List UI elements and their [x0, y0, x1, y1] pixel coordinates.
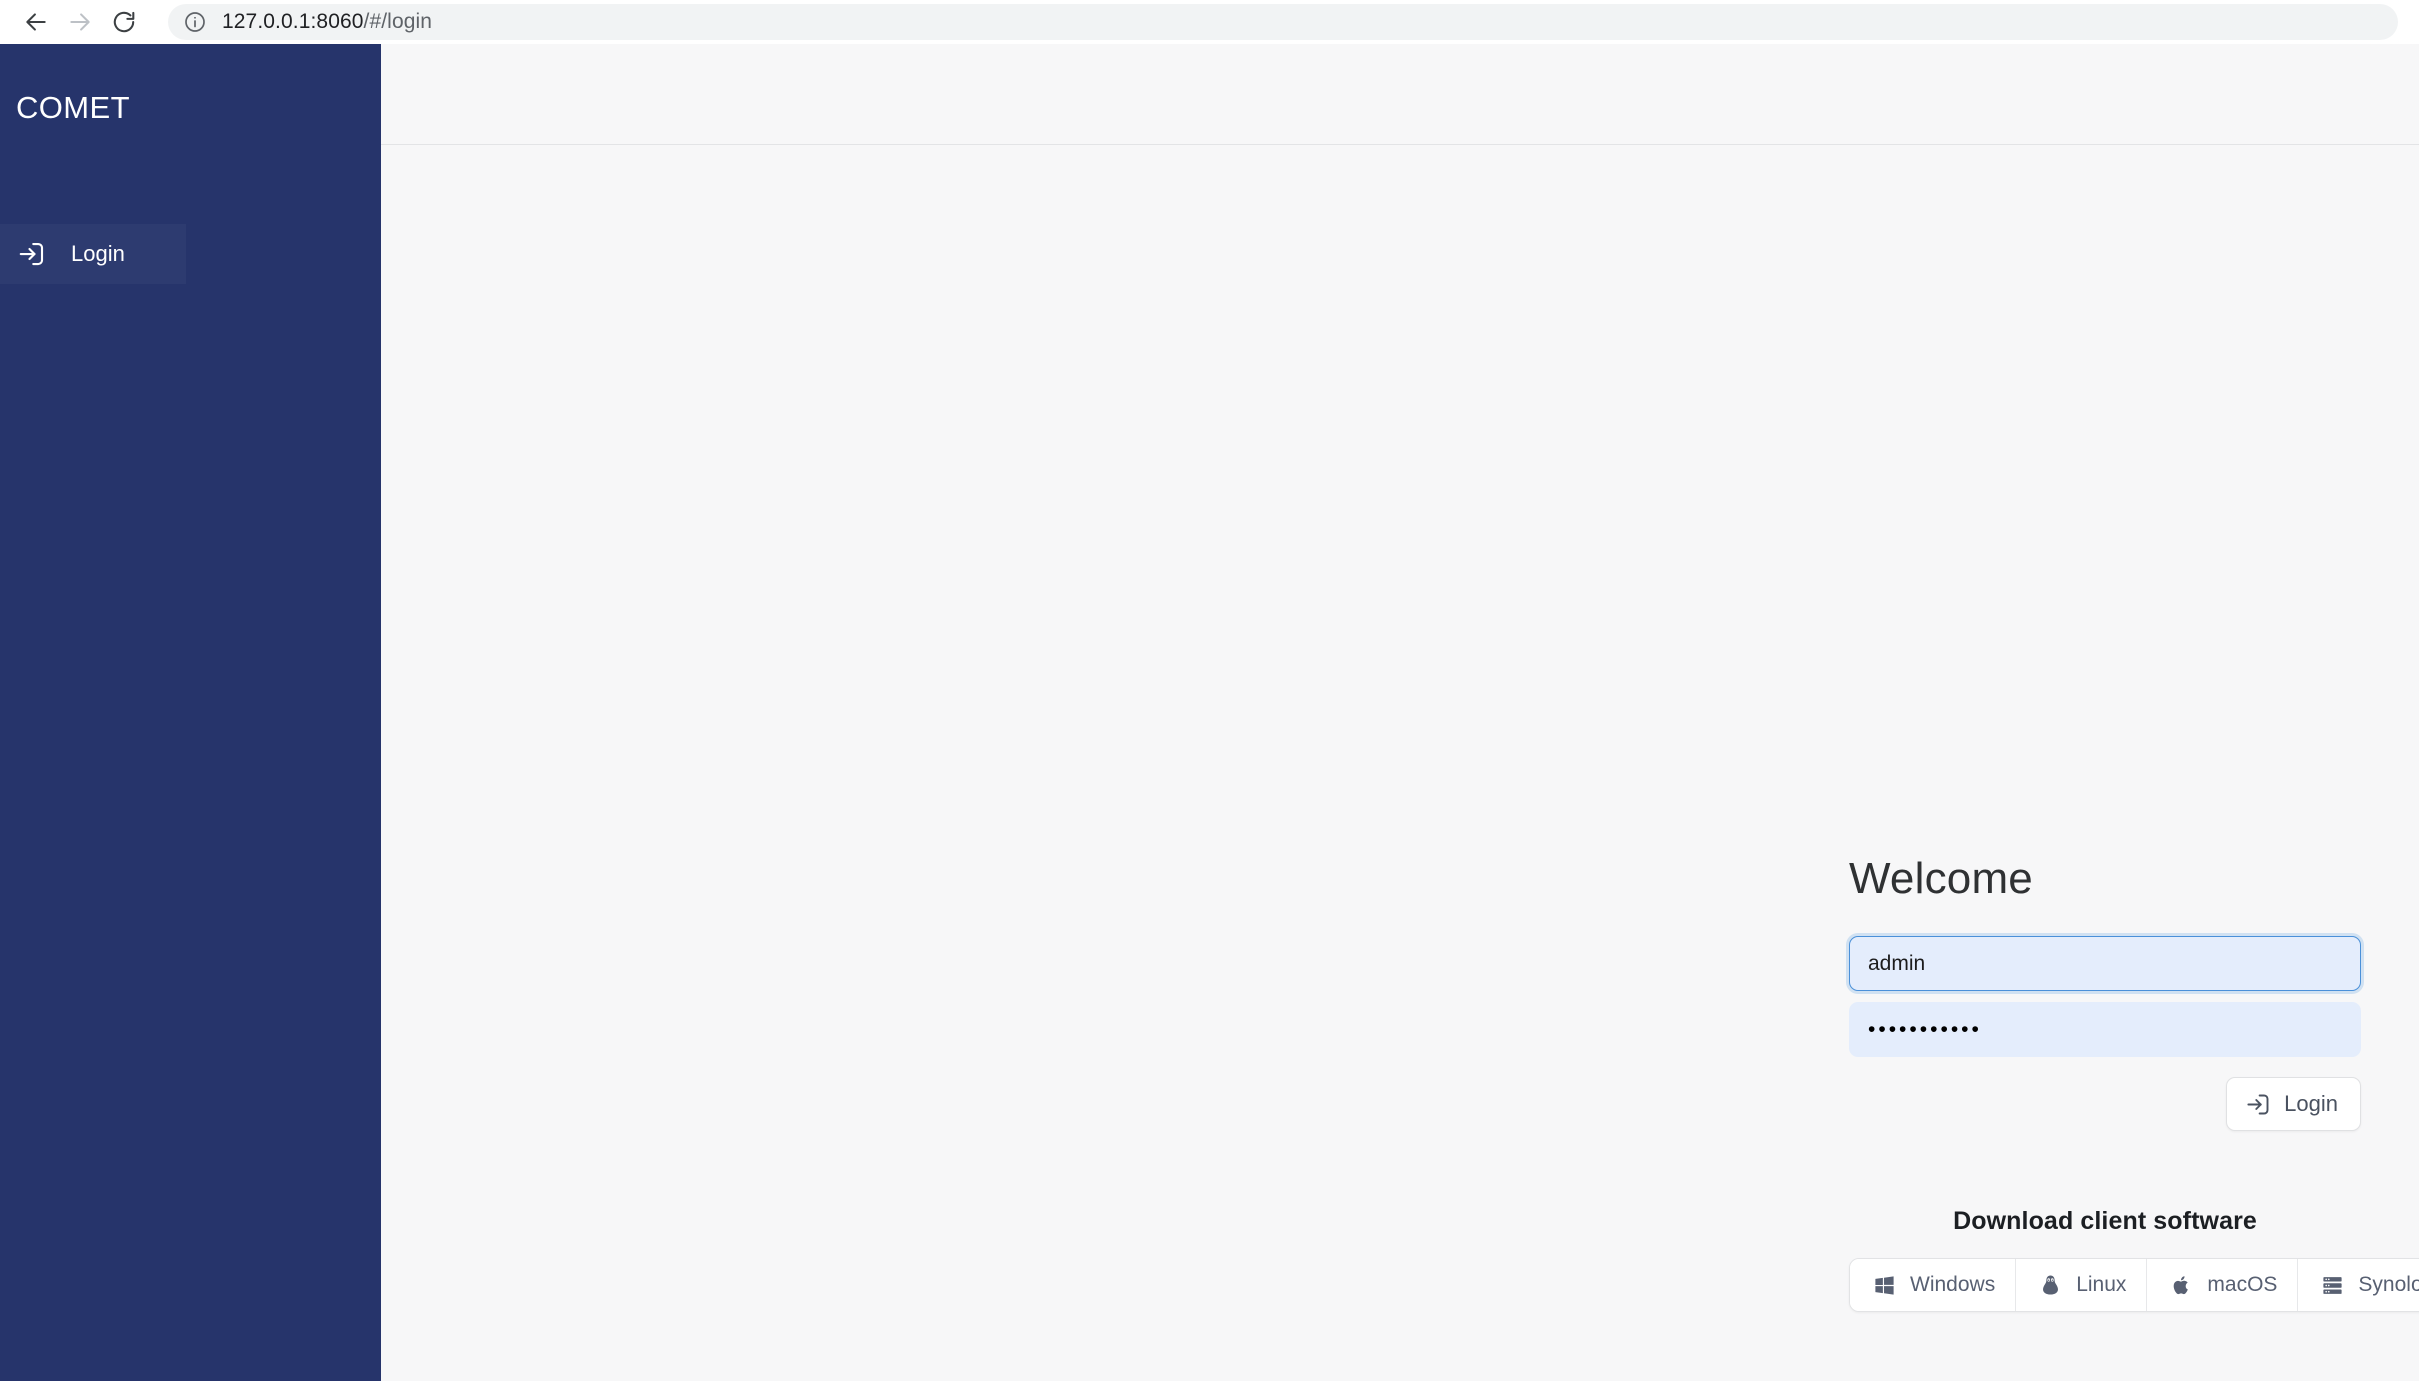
- download-macos-button[interactable]: macOS: [2147, 1259, 2299, 1311]
- main-content: Welcome admin ••••••••••• Login Download…: [381, 44, 2419, 1381]
- arrow-right-icon: [70, 13, 90, 31]
- browser-toolbar: 127.0.0.1:8060/#/login: [0, 0, 2419, 44]
- linux-penguin-icon: [2036, 1274, 2064, 1297]
- apple-icon: [2167, 1274, 2195, 1297]
- forward-button[interactable]: [58, 0, 102, 44]
- content-header: [381, 44, 2419, 145]
- url-text: 127.0.0.1:8060/#/login: [222, 10, 432, 34]
- download-title: Download client software: [1953, 1207, 2257, 1235]
- login-button-row: Login: [1849, 1077, 2361, 1131]
- url-path: /#/login: [363, 10, 433, 33]
- address-bar[interactable]: 127.0.0.1:8060/#/login: [168, 4, 2398, 40]
- sidebar: COMET Login: [0, 44, 381, 1381]
- url-host: 127.0.0.1:8060: [222, 10, 364, 33]
- page-title: Welcome: [1849, 854, 2033, 903]
- download-macos-label: macOS: [2207, 1273, 2278, 1296]
- username-field[interactable]: admin: [1849, 936, 2361, 991]
- download-synology-label: Synology: [2358, 1273, 2419, 1296]
- page-viewport: COMET Login Welcome admin ••••••••••• Lo…: [0, 44, 2419, 1381]
- download-windows-button[interactable]: Windows: [1850, 1259, 2017, 1311]
- username-value: admin: [1868, 951, 1926, 975]
- windows-icon: [1870, 1274, 1898, 1297]
- login-submit-label: Login: [2284, 1091, 2338, 1116]
- back-button[interactable]: [14, 0, 58, 44]
- server-rack-icon: [2318, 1274, 2346, 1297]
- sign-in-icon: [2245, 1091, 2272, 1118]
- app-brand: COMET: [16, 90, 130, 125]
- download-button-group: Windows Linux macOS Synol: [1849, 1258, 2419, 1312]
- password-value: •••••••••••: [1868, 1018, 1982, 1041]
- arrow-left-icon: [26, 13, 46, 31]
- download-synology-button[interactable]: Synology: [2298, 1259, 2419, 1311]
- login-form: Welcome admin ••••••••••• Login: [1849, 854, 2361, 1131]
- reload-button[interactable]: [102, 0, 146, 44]
- sidebar-item-login[interactable]: Login: [0, 224, 186, 284]
- site-info-icon[interactable]: [182, 9, 208, 35]
- password-field[interactable]: •••••••••••: [1849, 1002, 2361, 1057]
- sidebar-item-label: Login: [71, 241, 125, 266]
- sign-in-icon: [17, 239, 55, 269]
- reload-icon: [113, 11, 135, 33]
- download-linux-label: Linux: [2076, 1273, 2127, 1296]
- download-windows-label: Windows: [1910, 1273, 1996, 1296]
- login-submit-button[interactable]: Login: [2226, 1077, 2361, 1131]
- download-section: Download client software Windows Linux m…: [1849, 1207, 2419, 1312]
- download-linux-button[interactable]: Linux: [2016, 1259, 2148, 1311]
